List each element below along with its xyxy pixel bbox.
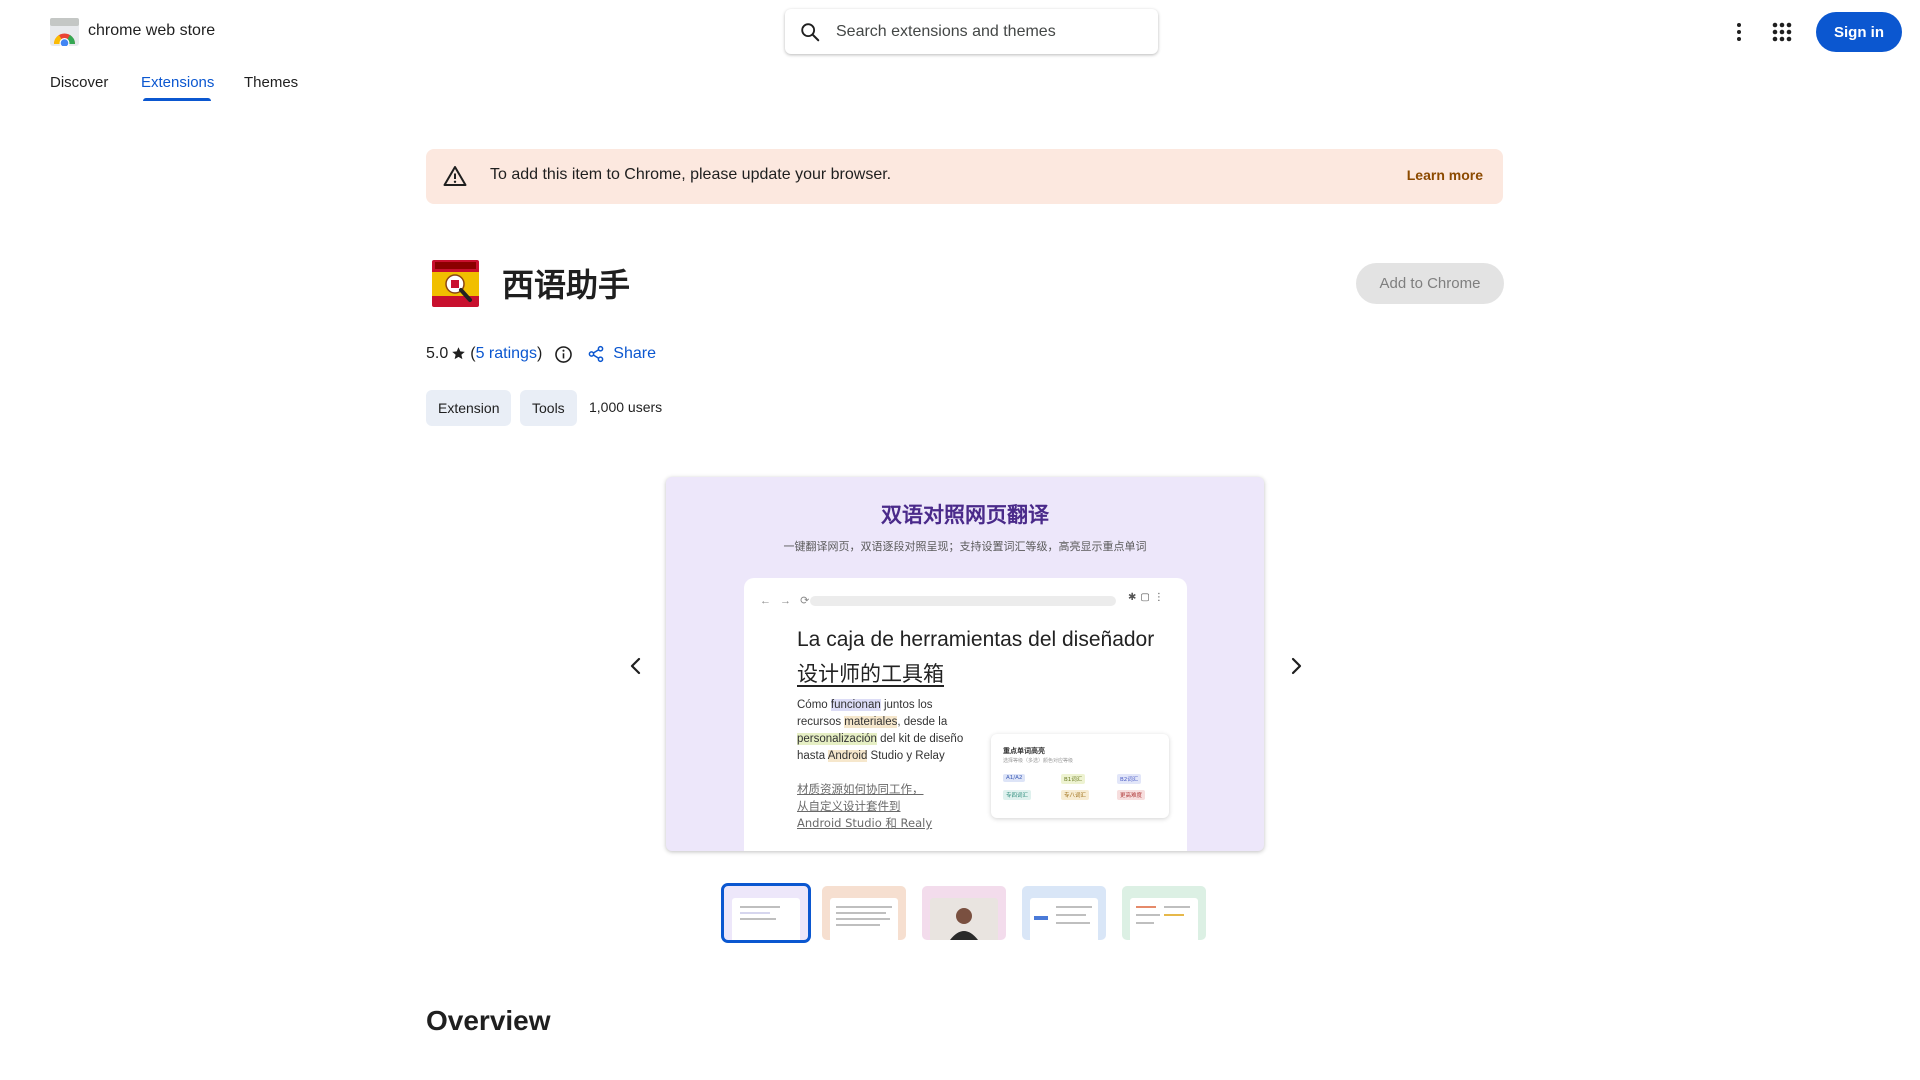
- learn-more-link[interactable]: Learn more: [1407, 167, 1483, 183]
- thumbnail-2-preview: [830, 898, 898, 940]
- card-title: 重点单词高亮: [1003, 747, 1045, 755]
- person-photo-icon: [950, 908, 978, 940]
- level-a1a2: A1/A2: [1003, 774, 1026, 782]
- mock-paragraph-zh: 材质资源如何协同工作， 从自定义设计套件到 Android Studio 和 R…: [797, 781, 957, 832]
- mock-paragraph-es: Cómo funcionan juntos los recursos mater…: [797, 699, 964, 762]
- mock-heading-zh: 设计师的工具箱: [797, 662, 944, 686]
- info-icon[interactable]: [554, 345, 573, 364]
- overview-heading: Overview: [426, 1005, 551, 1036]
- rating-value: 5.0: [426, 345, 449, 362]
- chip-extension[interactable]: Extension: [426, 390, 512, 426]
- thumbnail-4-preview: [1030, 898, 1098, 940]
- browser-tool-icons: ✱▢⋮: [1128, 592, 1168, 603]
- thumbnail-3-preview: [930, 898, 998, 940]
- level-dele: 更高难度: [1117, 790, 1146, 800]
- share-button[interactable]: Share: [587, 345, 656, 363]
- share-icon: [588, 345, 604, 363]
- level-b1: B1词汇: [1061, 774, 1086, 784]
- add-to-chrome-button[interactable]: Add to Chrome: [1356, 263, 1504, 304]
- screenshot-title: 双语对照网页翻译: [881, 503, 1049, 527]
- top-header: chrome web store Sign in: [0, 0, 1920, 64]
- tab-discover[interactable]: Discover: [50, 74, 108, 91]
- level-special: 专四词汇: [1003, 790, 1032, 800]
- mock-zh-line-2: 从自定义设计套件到: [797, 799, 901, 813]
- extension-icon: [432, 260, 479, 307]
- tab-extensions[interactable]: Extensions: [141, 74, 214, 91]
- mock-zh-line-1: 材质资源如何协同工作，: [797, 782, 924, 796]
- browser-nav-icons: ← → ⟳: [760, 595, 813, 607]
- user-count: 1,000 users: [589, 399, 663, 415]
- mock-highlight-card: 重点单词高亮 选择等级（多选）颜色对应等级 A1/A2 B1词汇 B2词汇 专四…: [991, 734, 1169, 818]
- thumbnail-3[interactable]: [922, 886, 1006, 940]
- vertical-dots-icon: [1737, 23, 1741, 41]
- share-label: Share: [613, 345, 656, 362]
- level-special-8: 专八词汇: [1061, 790, 1090, 800]
- tab-themes[interactable]: Themes: [244, 74, 298, 91]
- search-icon: [801, 23, 820, 42]
- brand-name[interactable]: chrome web store: [88, 22, 215, 40]
- carousel-prev-icon[interactable]: [622, 652, 650, 680]
- active-tab-indicator: [143, 98, 211, 101]
- warning-icon: [443, 166, 467, 186]
- thumbnail-2[interactable]: [822, 886, 906, 940]
- thumbnail-5[interactable]: [1122, 886, 1206, 940]
- browser-url-bar: [810, 596, 1116, 606]
- card-subtitle: 选择等级（多选）颜色对应等级: [1003, 758, 1074, 764]
- thumbnail-1-preview: [732, 898, 800, 940]
- search-box[interactable]: [785, 9, 1158, 54]
- star-icon: [452, 347, 465, 360]
- thumbnail-1[interactable]: [721, 883, 811, 943]
- sign-in-button[interactable]: Sign in: [1816, 12, 1902, 52]
- more-options-button[interactable]: [1727, 16, 1751, 48]
- paren-close: ): [536, 345, 543, 362]
- update-browser-banner: To add this item to Chrome, please updat…: [426, 149, 1503, 204]
- search-input[interactable]: [836, 9, 1136, 54]
- thumbnail-5-preview: [1130, 898, 1198, 940]
- category-nav: Discover Extensions Themes: [0, 70, 600, 110]
- thumbnail-4[interactable]: [1022, 886, 1106, 940]
- google-apps-icon[interactable]: [1768, 18, 1796, 46]
- banner-message: To add this item to Chrome, please updat…: [490, 166, 892, 183]
- chrome-web-store-logo[interactable]: [50, 18, 79, 46]
- mock-heading-es: La caja de herramientas del diseñador: [797, 628, 1155, 651]
- carousel-next-icon[interactable]: [1282, 652, 1310, 680]
- main-screenshot[interactable]: 双语对照网页翻译 一键翻译网页，双语逐段对照呈现；支持设置词汇等级，高亮显示重点…: [666, 477, 1264, 851]
- chip-tools[interactable]: Tools: [520, 390, 577, 426]
- level-b2: B2词汇: [1117, 774, 1142, 784]
- ratings-link[interactable]: 5 ratings: [476, 345, 537, 363]
- browser-mockup: ← → ⟳ ✱▢⋮ La caja de herramientas del di…: [744, 578, 1187, 851]
- rating-row: 5.0 ( 5 ratings ) Share: [426, 342, 656, 366]
- screenshot-subtitle: 一键翻译网页，双语逐段对照呈现；支持设置词汇等级，高亮显示重点单词: [783, 540, 1147, 553]
- mock-zh-line-3: Android Studio 和 Realy: [797, 816, 933, 830]
- extension-title: 西语助手: [502, 266, 631, 304]
